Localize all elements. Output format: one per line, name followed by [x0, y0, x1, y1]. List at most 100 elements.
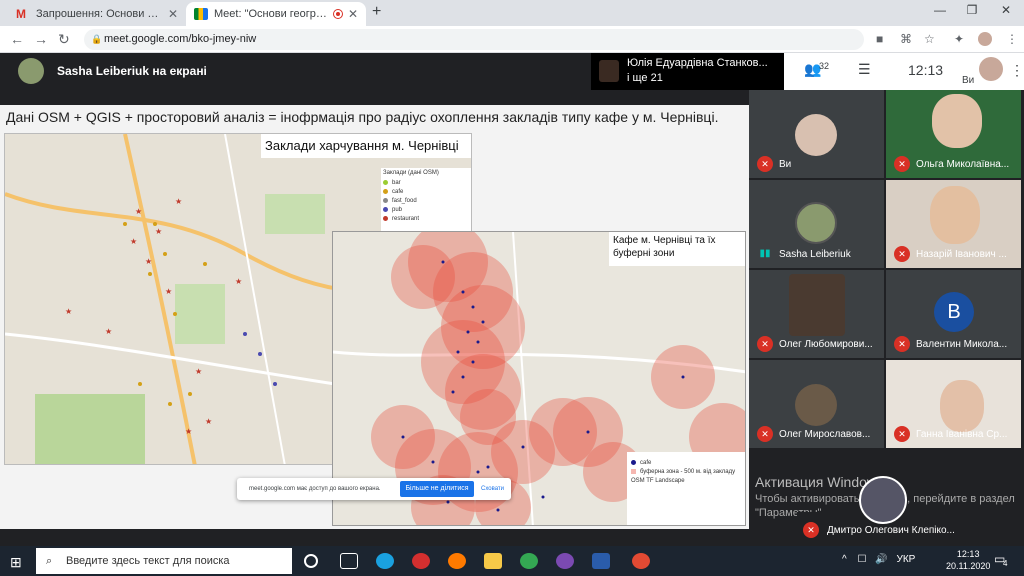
minimize-button[interactable]: — — [930, 3, 950, 17]
participant-name: Sasha Leiberiuk — [779, 249, 851, 260]
forward-icon[interactable]: → — [34, 31, 48, 47]
mic-off-icon: ✕ — [757, 336, 773, 352]
tab-title: Meet: "Основи географічно — [214, 8, 330, 20]
firefox-icon[interactable] — [448, 553, 466, 569]
star-icon[interactable]: ☆ — [924, 32, 935, 46]
viber-icon[interactable] — [556, 553, 574, 569]
self-tile[interactable]: ✕ Дмитро Олегович Клепіко... — [797, 476, 1024, 542]
recording-icon — [333, 10, 342, 18]
task-view-icon[interactable] — [340, 553, 358, 569]
tab-meet[interactable]: Meet: "Основи географічно ✕ — [186, 2, 366, 26]
new-tab-button[interactable]: + — [372, 3, 381, 21]
participant-name: Ольга Миколаївна... — [916, 159, 1010, 170]
participant-tile[interactable]: ✕ Олег Любомирови... — [749, 270, 884, 358]
legend-item: bar — [383, 178, 469, 187]
mic-off-icon: ✕ — [894, 426, 910, 442]
svg-text:★: ★ — [135, 207, 142, 216]
mic-off-icon: ✕ — [894, 156, 910, 172]
svg-text:★: ★ — [145, 257, 152, 266]
avatar — [859, 476, 907, 524]
participant-tile[interactable]: ✕ Назарій Іванович ... — [886, 180, 1021, 268]
meet-controls: 👥 32 ☰ 12:13 Ви ⋮ — [784, 53, 1024, 90]
legend-label: OSM TF Landscape — [631, 477, 685, 484]
svg-text:★: ★ — [175, 197, 182, 206]
participant-tile[interactable]: B ✕ Валентин Микола... — [886, 270, 1021, 358]
clock-date: 20.11.2020 — [946, 561, 991, 571]
legend-swatch — [383, 207, 388, 212]
mic-on-icon: ▮▮ — [759, 248, 771, 259]
reload-icon[interactable]: ↻ — [58, 31, 70, 48]
meet-icon — [194, 8, 208, 20]
url-field[interactable]: 🔒 meet.google.com/bko-jmey-niw — [84, 29, 864, 50]
map1-title: Заклади харчування м. Чернівці — [261, 134, 471, 158]
restore-button[interactable]: ❐ — [962, 3, 982, 17]
camera-icon[interactable]: ■ — [876, 32, 883, 46]
close-tab-icon[interactable]: ✕ — [168, 7, 178, 21]
address-bar: ← → ↻ 🔒 meet.google.com/bko-jmey-niw ■ ⌘… — [0, 26, 1024, 53]
map2-title: Кафе м. Чернівці та їх буферні зони — [609, 232, 745, 266]
taskbar-search[interactable]: ⌕ Введите здесь текст для поиска — [36, 548, 292, 574]
participant-tile[interactable]: ✕ Ганна Іванівна Ср... — [886, 360, 1021, 448]
legend-swatch — [631, 460, 636, 465]
word-icon[interactable] — [592, 553, 610, 569]
legend-item: OSM TF Landscape — [631, 476, 741, 485]
avatar — [599, 60, 619, 82]
volume-icon[interactable]: 🔊 — [875, 554, 887, 565]
back-icon[interactable]: ← — [10, 31, 24, 47]
taskbar-clock[interactable]: 12:13 20.11.2020 — [946, 548, 990, 572]
participant-tile[interactable]: ▮▮ Sasha Leiberiuk — [749, 180, 884, 268]
legend-label: cafe — [392, 188, 404, 195]
tab-gmail[interactable]: M Запрошення: Основи географічн ✕ — [8, 2, 186, 26]
close-tab-icon[interactable]: ✕ — [348, 7, 358, 21]
chrome-icon[interactable] — [520, 553, 538, 569]
meet-top-bar: Sasha Leiberiuk на екрані Юлія Едуардівн… — [0, 53, 1024, 90]
participant-tile[interactable]: ✕ Ви — [749, 90, 884, 178]
presenter-label: Sasha Leiberiuk на екрані — [57, 64, 207, 78]
self-avatar[interactable] — [979, 57, 1003, 81]
self-label: Ви — [962, 75, 975, 86]
chrome-alt-icon[interactable] — [632, 553, 650, 569]
stop-sharing-button[interactable]: Більше не ділитися — [400, 481, 474, 497]
legend-label: restaurant — [392, 215, 420, 222]
participant-tile[interactable]: ✕ Олег Мирославов... — [749, 360, 884, 448]
translate-icon[interactable]: ⌘ — [900, 32, 912, 46]
participant-name: Ганна Іванівна Ср... — [916, 429, 1008, 440]
legend-item: fast_food — [383, 196, 469, 205]
legend-item: cafe — [631, 458, 741, 467]
extensions-icon[interactable]: ✦ — [954, 32, 964, 46]
mic-off-icon: ✕ — [894, 246, 910, 262]
hide-button[interactable]: Сховати — [481, 486, 504, 492]
profile-avatar[interactable] — [978, 32, 992, 46]
avatar — [940, 380, 984, 432]
avatar — [795, 114, 837, 156]
avatar: B — [934, 292, 974, 332]
map2-legend: cafe буферна зона - 500 м. від закладу O… — [627, 452, 745, 525]
close-window-button[interactable]: ✕ — [996, 3, 1016, 17]
meeting-clock: 12:13 — [908, 62, 944, 78]
chevron-up-icon[interactable]: ^ — [842, 554, 847, 565]
legend-label: bar — [392, 179, 401, 186]
file-explorer-icon[interactable] — [484, 553, 502, 569]
legend-swatch — [631, 469, 636, 474]
avatar — [932, 94, 982, 148]
cortana-icon[interactable] — [304, 554, 318, 568]
more-options-icon[interactable]: ⋮ — [1010, 62, 1024, 79]
language-indicator[interactable]: УКР — [896, 554, 915, 565]
screen-share-bar: meet.google.com має доступ до вашого екр… — [237, 478, 511, 500]
svg-text:★: ★ — [165, 287, 172, 296]
network-icon[interactable]: ☐ — [857, 554, 866, 565]
legend-swatch — [383, 180, 388, 185]
pinned-name: Юлія Едуардівна Станков... — [627, 57, 768, 69]
svg-text:★: ★ — [105, 327, 112, 336]
edge-icon[interactable] — [376, 553, 394, 569]
menu-icon[interactable]: ⋮ — [1006, 32, 1018, 46]
chat-icon[interactable]: ☰ — [858, 61, 871, 78]
windows-start-icon[interactable]: ⊞ — [10, 554, 22, 571]
avatar — [930, 186, 980, 244]
opera-icon[interactable] — [412, 553, 430, 569]
mic-off-icon: ✕ — [757, 426, 773, 442]
participant-name: Валентин Микола... — [916, 339, 1008, 350]
participant-tile[interactable]: ✕ Ольга Миколаївна... — [886, 90, 1021, 178]
svg-text:★: ★ — [155, 227, 162, 236]
pinned-participants[interactable]: Юлія Едуардівна Станков... і ще 21 — [591, 53, 784, 90]
